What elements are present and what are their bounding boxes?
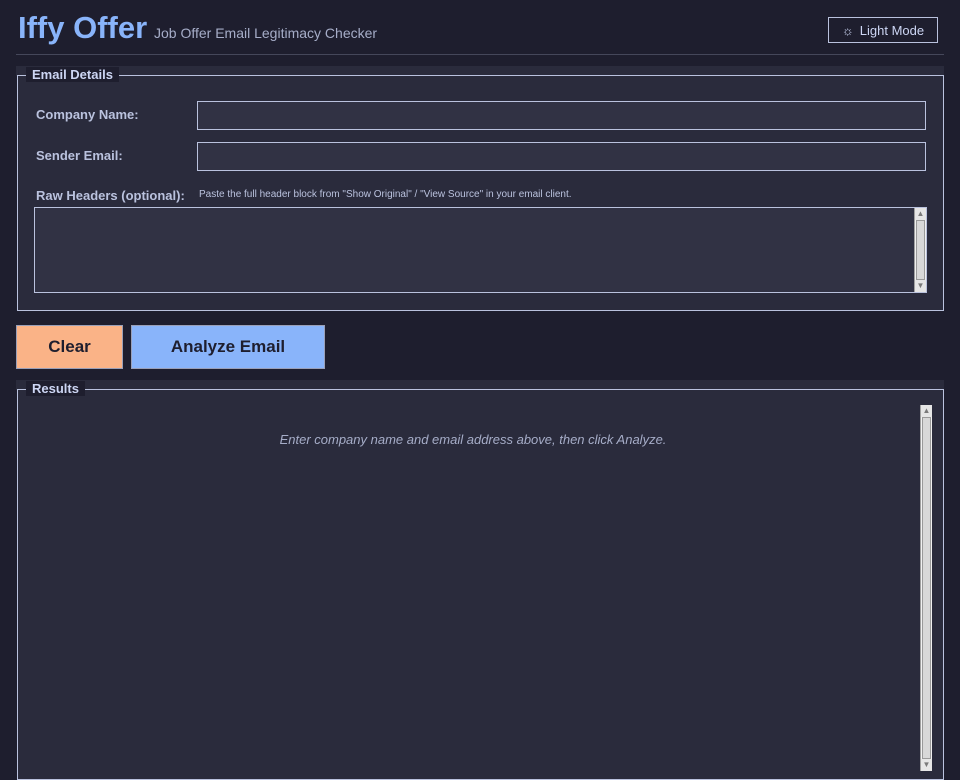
results-placeholder: Enter company name and email address abo… <box>279 432 667 447</box>
raw-headers-scrollbar[interactable]: ▲ ▼ <box>914 208 926 292</box>
app-title: Iffy Offer <box>18 10 148 45</box>
sender-email-label: Sender Email: <box>36 148 123 163</box>
analyze-email-button[interactable]: Analyze Email <box>131 325 325 369</box>
light-mode-toggle-button[interactable]: ☼ Light Mode <box>828 17 938 43</box>
scroll-down-arrow-icon[interactable]: ▼ <box>921 759 932 771</box>
app-header: Iffy Offer Job Offer Email Legitimacy Ch… <box>16 0 944 55</box>
results-scrollbar[interactable]: ▲ ▼ <box>920 405 932 771</box>
company-name-input[interactable] <box>197 101 926 130</box>
scroll-up-arrow-icon[interactable]: ▲ <box>921 405 932 417</box>
sender-email-input[interactable] <box>197 142 926 171</box>
scroll-down-arrow-icon[interactable]: ▼ <box>915 280 926 292</box>
raw-headers-textarea[interactable]: ▲ ▼ <box>34 207 927 293</box>
raw-headers-label: Raw Headers (optional): <box>36 188 185 203</box>
clear-button[interactable]: Clear <box>16 325 123 369</box>
email-details-frame: Email Details Company Name: Sender Email… <box>17 67 944 311</box>
scrollbar-thumb[interactable] <box>922 417 931 759</box>
app-window: Iffy Offer Job Offer Email Legitimacy Ch… <box>0 0 960 780</box>
sun-icon: ☼ <box>841 22 854 38</box>
app-subtitle: Job Offer Email Legitimacy Checker <box>154 25 378 41</box>
scrollbar-thumb[interactable] <box>916 220 925 280</box>
light-mode-label: Light Mode <box>859 22 925 38</box>
results-legend: Results <box>26 381 85 396</box>
company-name-label: Company Name: <box>36 107 139 122</box>
email-details-legend: Email Details <box>26 67 119 82</box>
raw-headers-hint: Paste the full header block from "Show O… <box>199 189 572 200</box>
scroll-up-arrow-icon[interactable]: ▲ <box>915 208 926 220</box>
results-frame: Results Enter company name and email add… <box>17 381 944 780</box>
